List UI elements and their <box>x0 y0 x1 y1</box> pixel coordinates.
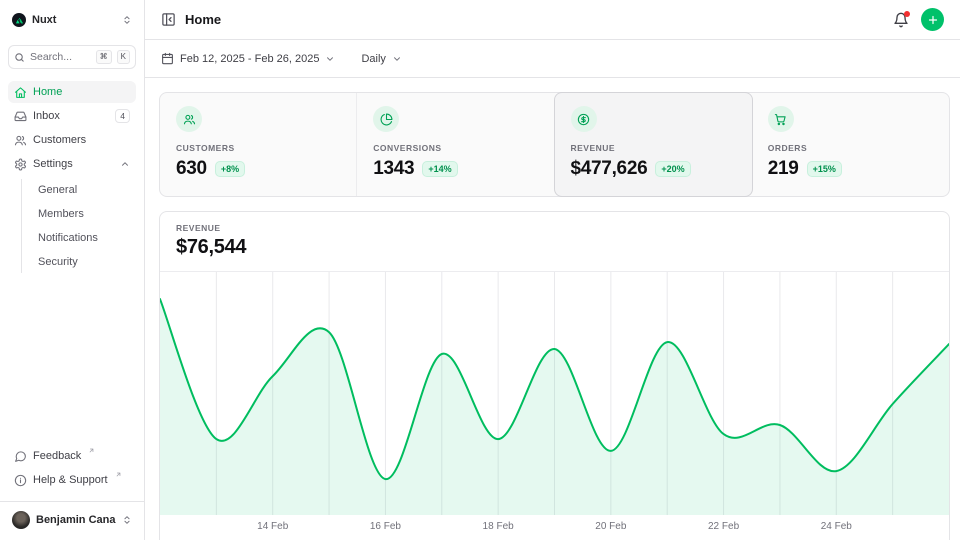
sidebar-item-general[interactable]: General <box>34 179 136 201</box>
sidebar-nav: Home Inbox 4 Customers Settings Genera <box>8 81 136 273</box>
revenue-chart-header: REVENUE $76,544 <box>160 212 949 272</box>
users-icon <box>176 106 202 132</box>
x-axis-tick-label: 18 Feb <box>483 521 515 532</box>
sidebar-item-security[interactable]: Security <box>34 251 136 273</box>
chevron-down-icon <box>325 54 335 64</box>
stat-value: $477,626 <box>571 158 648 180</box>
header-actions <box>893 8 944 31</box>
stat-delta-badge: +20% <box>655 161 690 177</box>
home-icon <box>14 86 27 99</box>
sidebar-item-label: Members <box>38 208 84 220</box>
x-axis-tick-label: 16 Feb <box>370 521 402 532</box>
user-menu[interactable]: Benjamin Canac <box>0 501 144 532</box>
feedback-label: Feedback <box>33 450 81 462</box>
chevron-up-down-icon <box>122 15 132 25</box>
stat-label: CUSTOMERS <box>176 143 340 153</box>
sidebar-footer: Feedback Help & Support Benjamin Canac <box>8 445 136 532</box>
revenue-chart-card: REVENUE $76,544 14 Feb 16 Feb 18 Feb 20 Feb… <box>159 211 950 540</box>
sidebar-item-notifications[interactable]: Notifications <box>34 227 136 249</box>
main-area: Home Feb 12, 2025 - Feb 26, 2025 <box>145 0 960 540</box>
chevron-down-icon <box>392 54 402 64</box>
users-icon <box>14 134 27 147</box>
sidebar-item-settings[interactable]: Settings <box>8 153 136 175</box>
stats-row: CUSTOMERS 630 +8% CONVERSIONS 1343 +14% <box>159 92 950 197</box>
message-bubble-icon <box>14 450 27 463</box>
date-range-picker[interactable]: Feb 12, 2025 - Feb 26, 2025 <box>161 52 335 65</box>
stat-label: ORDERS <box>768 143 933 153</box>
chevron-up-icon <box>120 159 130 169</box>
chart-total-value: $76,544 <box>176 236 933 259</box>
filters-toolbar: Feb 12, 2025 - Feb 26, 2025 Daily <box>145 40 960 78</box>
stat-value: 630 <box>176 158 207 180</box>
circle-dollar-icon <box>571 106 597 132</box>
stat-delta-badge: +14% <box>422 161 457 177</box>
stat-card-customers[interactable]: CUSTOMERS 630 +8% <box>160 93 357 196</box>
stat-label: CONVERSIONS <box>373 143 538 153</box>
calendar-icon <box>161 52 174 65</box>
kbd-cmd: ⌘ <box>96 50 112 64</box>
gear-icon <box>14 158 27 171</box>
search-input[interactable]: Search... ⌘ K <box>8 45 136 69</box>
plus-icon <box>927 14 939 26</box>
sidebar-item-label: General <box>38 184 77 196</box>
page-header: Home <box>145 0 960 40</box>
pie-chart-icon <box>373 106 399 132</box>
inbox-count-badge: 4 <box>115 109 130 123</box>
settings-subnav: General Members Notifications Security <box>21 179 136 273</box>
add-button[interactable] <box>921 8 944 31</box>
inbox-icon <box>14 110 27 123</box>
feedback-link[interactable]: Feedback <box>8 445 136 467</box>
x-axis-tick-label: 20 Feb <box>595 521 627 532</box>
help-support-label: Help & Support <box>33 474 108 486</box>
stat-delta-badge: +15% <box>807 161 842 177</box>
chevron-up-down-icon <box>122 515 132 525</box>
page-title: Home <box>185 12 221 27</box>
notifications-button[interactable] <box>893 12 909 28</box>
help-support-link[interactable]: Help & Support <box>8 469 136 491</box>
sidebar-item-label: Security <box>38 256 78 268</box>
shopping-cart-icon <box>768 106 794 132</box>
user-name: Benjamin Canac <box>36 514 116 526</box>
period-label: Daily <box>361 53 385 65</box>
panel-left-close-icon <box>161 12 176 27</box>
notification-dot <box>904 11 910 17</box>
external-link-icon <box>88 447 95 454</box>
x-axis-tick-label: 22 Feb <box>708 521 740 532</box>
sidebar-item-home[interactable]: Home <box>8 81 136 103</box>
chart-label: REVENUE <box>176 223 933 233</box>
revenue-area-chart[interactable]: 14 Feb 16 Feb 18 Feb 20 Feb 22 Feb 24 Feb <box>160 272 949 534</box>
stat-label: REVENUE <box>571 143 736 153</box>
stat-value: 219 <box>768 158 799 180</box>
avatar <box>12 511 30 529</box>
nuxt-logo-icon <box>12 13 26 27</box>
kbd-k: K <box>117 50 130 64</box>
sidebar-item-customers[interactable]: Customers <box>8 129 136 151</box>
x-axis-tick-label: 14 Feb <box>257 521 289 532</box>
sidebar-item-label: Inbox <box>33 110 60 122</box>
dashboard-content: CUSTOMERS 630 +8% CONVERSIONS 1343 +14% <box>145 78 960 540</box>
sidebar: Nuxt Search... ⌘ K Home Inbox 4 <box>0 0 145 540</box>
workspace-switcher[interactable]: Nuxt <box>8 8 136 32</box>
stat-value: 1343 <box>373 158 414 180</box>
workspace-name: Nuxt <box>32 14 56 26</box>
sidebar-item-inbox[interactable]: Inbox 4 <box>8 105 136 127</box>
sidebar-item-label: Notifications <box>38 232 98 244</box>
stat-card-conversions[interactable]: CONVERSIONS 1343 +14% <box>357 93 554 196</box>
collapse-sidebar-button[interactable] <box>161 12 176 27</box>
search-placeholder: Search... <box>30 51 91 63</box>
sidebar-item-label: Settings <box>33 158 73 170</box>
sidebar-item-label: Home <box>33 86 62 98</box>
stat-card-orders[interactable]: ORDERS 219 +15% <box>752 93 949 196</box>
stat-delta-badge: +8% <box>215 161 245 177</box>
stat-card-revenue[interactable]: REVENUE $477,626 +20% <box>555 93 752 196</box>
date-range-label: Feb 12, 2025 - Feb 26, 2025 <box>180 53 319 65</box>
external-link-icon <box>115 471 122 478</box>
search-icon <box>14 52 25 63</box>
x-axis-tick-label: 24 Feb <box>821 521 853 532</box>
period-select[interactable]: Daily <box>361 53 401 65</box>
info-circle-icon <box>14 474 27 487</box>
sidebar-item-label: Customers <box>33 134 86 146</box>
sidebar-item-members[interactable]: Members <box>34 203 136 225</box>
